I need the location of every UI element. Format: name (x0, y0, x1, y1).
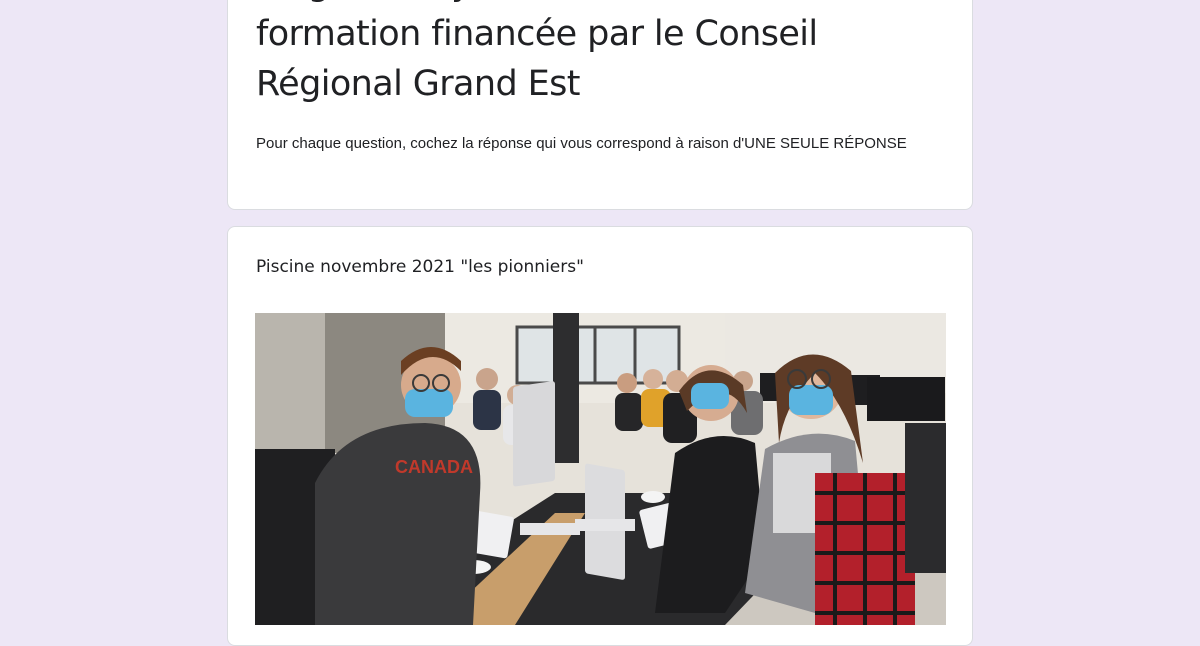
photo-mouse (641, 491, 665, 503)
photo-computer-stand (575, 519, 635, 531)
photo-computer (513, 381, 555, 487)
section-card: Piscine novembre 2021 "les pionniers" CA… (227, 226, 973, 646)
photo-face-mask (789, 385, 833, 415)
form-header-card: stagiaires ayant suivi une action de for… (227, 0, 973, 210)
photo-person-head (643, 369, 663, 389)
photo-chair (905, 423, 946, 573)
photo-face-mask (691, 383, 729, 409)
photo-student-hoodie (315, 423, 481, 625)
photo-monitor (867, 377, 945, 421)
photo-person-head (617, 373, 637, 393)
photo-face-mask (405, 389, 453, 417)
photo-pillar (553, 313, 579, 463)
section-title: Piscine novembre 2021 "les pionniers" (256, 257, 584, 277)
form-title: stagiaires ayant suivi une action de for… (256, 0, 858, 104)
photo-person-body (615, 393, 643, 431)
photo-shirt-text: CANADA (395, 457, 473, 477)
photo-person-body (473, 390, 501, 430)
form-description: Pour chaque question, cochez la réponse … (256, 135, 907, 152)
photo-computer-stand (520, 523, 580, 535)
photo-person-head (476, 368, 498, 390)
classroom-photo: CANADA (255, 313, 946, 625)
